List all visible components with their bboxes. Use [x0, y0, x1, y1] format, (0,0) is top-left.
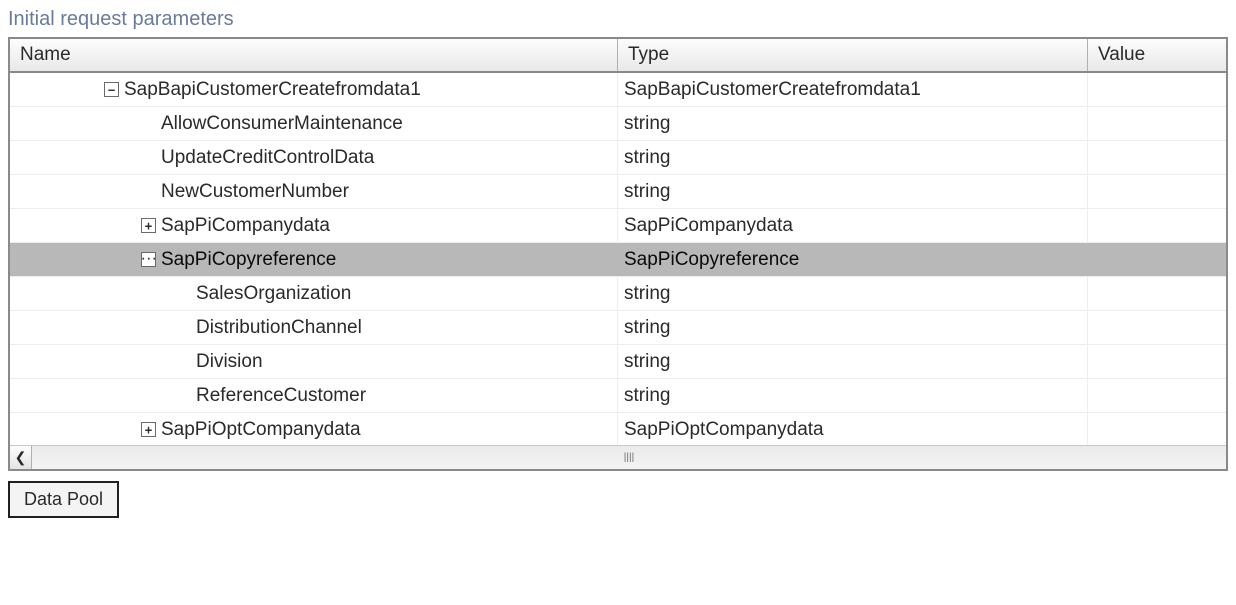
cell-value[interactable] — [1088, 379, 1226, 412]
cell-value[interactable] — [1088, 311, 1226, 344]
cell-type: string — [618, 311, 1088, 344]
scroll-grip-icon: |||| — [624, 452, 634, 463]
row-name-label: AllowConsumerMaintenance — [161, 113, 403, 135]
cell-name: + SapPiOptCompanydata — [10, 413, 618, 445]
table-row[interactable]: + SapPiOptCompanydata SapPiOptCompanydata — [10, 413, 1226, 445]
row-name-label: SapPiCompanydata — [161, 215, 330, 237]
column-header-type[interactable]: Type — [618, 39, 1088, 71]
cell-name: Division — [10, 345, 618, 378]
row-name-label: ReferenceCustomer — [196, 385, 366, 407]
chevron-left-icon: ❮ — [15, 449, 27, 466]
data-pool-button[interactable]: Data Pool — [8, 481, 119, 518]
cell-name: −SapBapiCustomerCreatefromdata1 — [10, 73, 618, 106]
cell-type: string — [618, 175, 1088, 208]
row-name-label: DistributionChannel — [196, 317, 362, 339]
cell-name: ReferenceCustomer — [10, 379, 618, 412]
row-name-label: SapBapiCustomerCreatefromdata1 — [124, 79, 421, 101]
table-row[interactable]: ··· SapPiCopyreference SapPiCopyreference — [10, 243, 1226, 277]
scroll-track[interactable]: |||| — [32, 446, 1226, 469]
table-row[interactable]: NewCustomerNumber string — [10, 175, 1226, 209]
scroll-left-button[interactable]: ❮ — [10, 446, 32, 469]
cell-name: SalesOrganization — [10, 277, 618, 310]
cell-value[interactable] — [1088, 277, 1226, 310]
table-row[interactable]: + SapPiCompanydata SapPiCompanydata — [10, 209, 1226, 243]
cell-name: ··· SapPiCopyreference — [10, 243, 618, 276]
row-name-label: SapPiOptCompanydata — [161, 419, 361, 441]
cell-name: + SapPiCompanydata — [10, 209, 618, 242]
ellipsis-icon[interactable]: ··· — [141, 252, 156, 267]
section-title: Initial request parameters — [8, 8, 1228, 31]
table-row[interactable]: Division string — [10, 345, 1226, 379]
row-type-label: string — [624, 181, 670, 203]
cell-type: SapPiCopyreference — [618, 243, 1088, 276]
row-type-label: string — [624, 283, 670, 305]
row-type-label: SapPiCopyreference — [624, 249, 799, 271]
cell-type: SapBapiCustomerCreatefromdata1 — [618, 73, 1088, 106]
row-name-label: UpdateCreditControlData — [161, 147, 374, 169]
cell-value[interactable] — [1088, 107, 1226, 140]
table-row[interactable]: DistributionChannel string — [10, 311, 1226, 345]
row-type-label: string — [624, 147, 670, 169]
cell-type: string — [618, 379, 1088, 412]
cell-type: string — [618, 141, 1088, 174]
table-header: Name Type Value — [10, 39, 1226, 73]
row-type-label: SapPiOptCompanydata — [624, 419, 824, 441]
row-type-label: string — [624, 351, 670, 373]
row-type-label: string — [624, 385, 670, 407]
cell-type: string — [618, 107, 1088, 140]
horizontal-scrollbar[interactable]: ❮ |||| — [10, 445, 1226, 469]
column-header-name[interactable]: Name — [10, 39, 618, 71]
cell-type: SapPiOptCompanydata — [618, 413, 1088, 445]
cell-name: DistributionChannel — [10, 311, 618, 344]
row-type-label: SapBapiCustomerCreatefromdata1 — [624, 79, 921, 101]
cell-name: NewCustomerNumber — [10, 175, 618, 208]
cell-name: AllowConsumerMaintenance — [10, 107, 618, 140]
cell-value[interactable] — [1088, 243, 1226, 276]
expand-icon[interactable]: + — [141, 218, 156, 233]
table-body: −SapBapiCustomerCreatefromdata1SapBapiCu… — [10, 73, 1226, 445]
cell-type: SapPiCompanydata — [618, 209, 1088, 242]
cell-value[interactable] — [1088, 413, 1226, 445]
column-header-value[interactable]: Value — [1088, 39, 1226, 71]
row-type-label: SapPiCompanydata — [624, 215, 793, 237]
row-type-label: string — [624, 317, 670, 339]
table-row[interactable]: AllowConsumerMaintenance string — [10, 107, 1226, 141]
cell-value[interactable] — [1088, 175, 1226, 208]
cell-type: string — [618, 277, 1088, 310]
table-row[interactable]: −SapBapiCustomerCreatefromdata1SapBapiCu… — [10, 73, 1226, 107]
row-name-label: SapPiCopyreference — [161, 249, 336, 271]
table-row[interactable]: ReferenceCustomer string — [10, 379, 1226, 413]
collapse-icon[interactable]: − — [104, 82, 119, 97]
cell-value[interactable] — [1088, 345, 1226, 378]
expand-icon[interactable]: + — [141, 422, 156, 437]
row-name-label: NewCustomerNumber — [161, 181, 349, 203]
cell-value[interactable] — [1088, 209, 1226, 242]
row-type-label: string — [624, 113, 670, 135]
row-name-label: SalesOrganization — [196, 283, 351, 305]
parameters-table: Name Type Value −SapBapiCustomerCreatefr… — [8, 37, 1228, 471]
table-row[interactable]: UpdateCreditControlData string — [10, 141, 1226, 175]
table-row[interactable]: SalesOrganization string — [10, 277, 1226, 311]
cell-value[interactable] — [1088, 73, 1226, 106]
cell-type: string — [618, 345, 1088, 378]
row-name-label: Division — [196, 351, 263, 373]
cell-name: UpdateCreditControlData — [10, 141, 618, 174]
cell-value[interactable] — [1088, 141, 1226, 174]
